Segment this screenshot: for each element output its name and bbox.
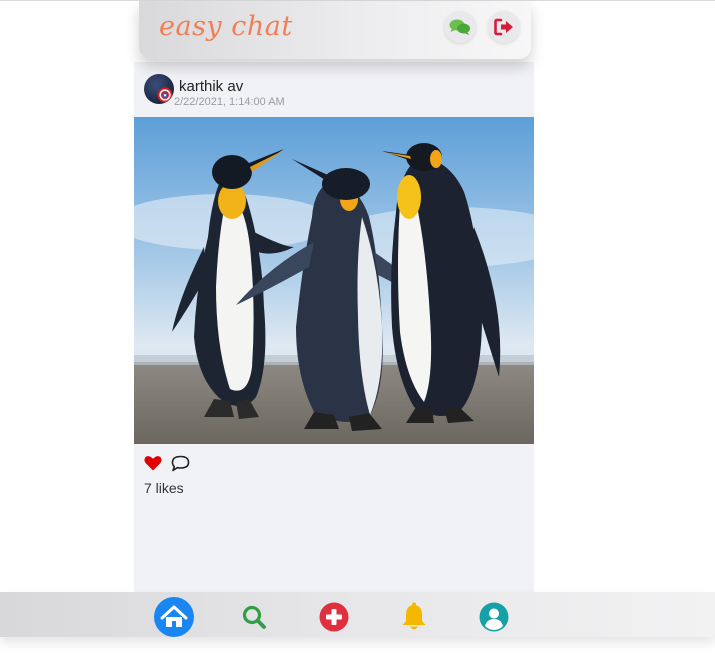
- likes-count[interactable]: 7 likes: [144, 480, 184, 496]
- nav-search[interactable]: [234, 597, 274, 637]
- avatar[interactable]: [144, 74, 174, 104]
- nav-home[interactable]: [154, 597, 194, 637]
- add-post-icon: [319, 602, 349, 632]
- comments-icon: [449, 19, 470, 35]
- app-logo[interactable]: easy chat: [159, 11, 293, 42]
- heart-icon[interactable]: [144, 455, 162, 471]
- logout-button[interactable]: [488, 11, 520, 43]
- post-username[interactable]: karthik av: [179, 78, 243, 95]
- search-icon: [242, 605, 266, 629]
- post-image[interactable]: [134, 117, 534, 444]
- bell-icon: [402, 602, 426, 630]
- nav-add-post[interactable]: [314, 597, 354, 637]
- penguins-photo: [134, 117, 534, 444]
- post-actions: [144, 454, 224, 474]
- sign-out-icon: [494, 18, 513, 36]
- chat-button[interactable]: [444, 11, 476, 43]
- post-header: karthik av 2/22/2021, 1:14:00 AM: [144, 74, 524, 110]
- captain-shield-icon: [157, 87, 173, 103]
- nav-profile[interactable]: [474, 597, 514, 637]
- nav-notifications[interactable]: [394, 597, 434, 637]
- app-header: easy chat: [139, 1, 531, 59]
- bottom-nav: [0, 592, 715, 637]
- profile-icon: [479, 602, 509, 632]
- comment-icon[interactable]: [171, 455, 190, 472]
- home-icon: [154, 597, 194, 637]
- post-timestamp: 2/22/2021, 1:14:00 AM: [174, 96, 285, 108]
